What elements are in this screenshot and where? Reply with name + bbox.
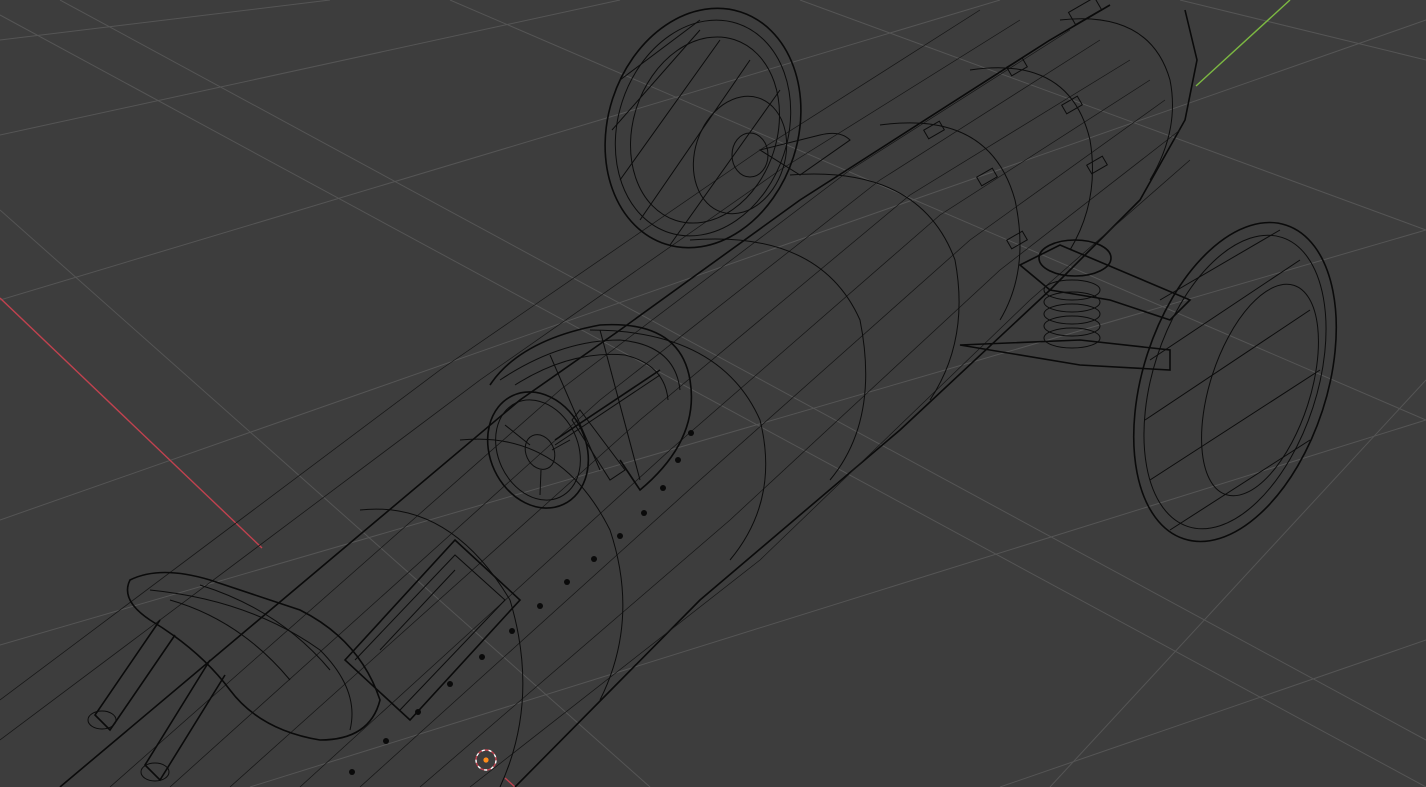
suspension — [959, 239, 1192, 371]
3d-cursor-icon[interactable] — [475, 749, 497, 771]
x-axis-line-lower — [504, 777, 516, 787]
rivet-row — [349, 430, 694, 775]
3d-viewport[interactable] — [0, 0, 1426, 787]
cockpit — [489, 323, 693, 492]
viewport-canvas[interactable] — [0, 0, 1426, 787]
front-wheel-right — [1132, 221, 1338, 543]
rear-cowl — [87, 571, 381, 782]
front-wheel-left — [604, 7, 851, 249]
panel-clips — [923, 0, 1108, 250]
axis-lines — [0, 0, 1291, 787]
x-axis-line — [0, 297, 263, 549]
seat — [343, 538, 522, 722]
floor-grid — [0, 0, 1426, 787]
